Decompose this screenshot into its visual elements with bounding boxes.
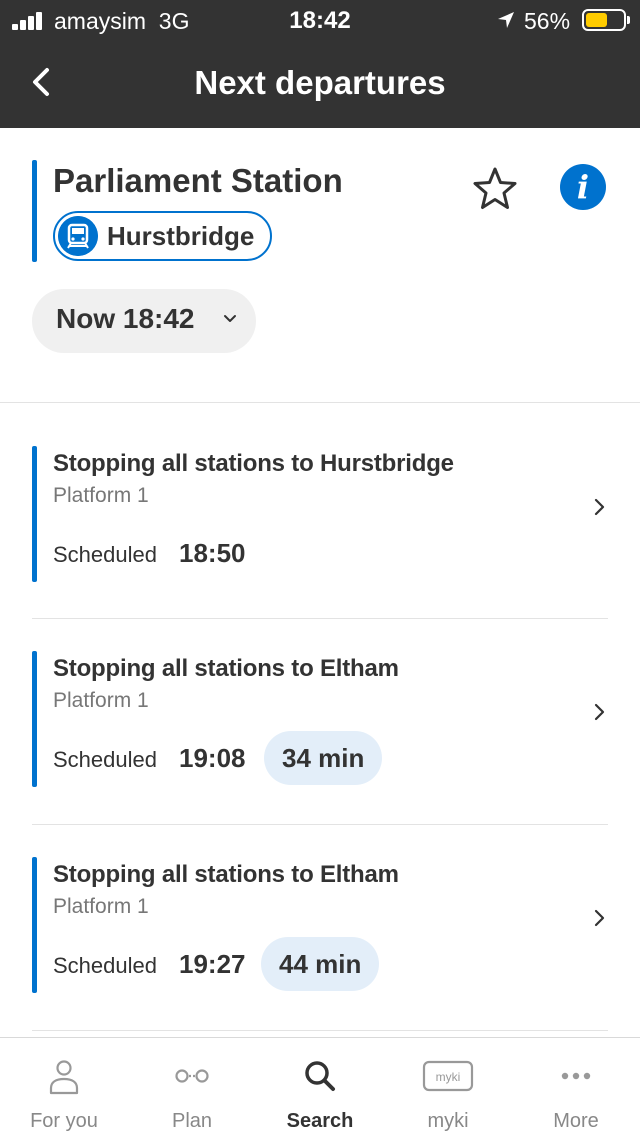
departure-item[interactable]: Stopping all stations to Eltham Platform… xyxy=(32,651,608,787)
station-name: Parliament Station xyxy=(53,162,343,199)
chevron-down-icon xyxy=(224,315,236,322)
tab-label: For you xyxy=(30,1110,98,1132)
departure-item[interactable]: Stopping all stations to Hurstbridge Pla… xyxy=(32,446,608,582)
route-name: Hurstbridge xyxy=(107,220,255,251)
departure-destination: Stopping all stations to Hurstbridge xyxy=(53,450,454,477)
divider xyxy=(0,402,640,403)
accent-bar xyxy=(32,651,37,787)
star-outline-icon[interactable] xyxy=(470,164,520,214)
accent-bar xyxy=(32,446,37,582)
minutes-until-badge: 34 min xyxy=(264,731,383,785)
tab-search[interactable]: Search xyxy=(256,1038,384,1136)
accent-bar xyxy=(32,160,37,262)
scheduled-label: Scheduled xyxy=(53,953,157,978)
chevron-right-icon xyxy=(594,909,605,927)
bottom-tab-bar: For you Plan Search myki myki More xyxy=(0,1037,640,1136)
tab-label: myki xyxy=(427,1110,469,1132)
route-icon xyxy=(175,1069,209,1083)
battery-icon xyxy=(582,9,630,31)
scheduled-time: 19:27 xyxy=(179,949,246,979)
tab-label: More xyxy=(553,1110,599,1132)
divider xyxy=(32,824,608,825)
status-bar: amaysim 3G 18:42 56% xyxy=(0,0,640,40)
divider xyxy=(32,1030,608,1031)
scheduled-label: Scheduled xyxy=(53,542,157,567)
departure-platform: Platform 1 xyxy=(53,484,149,507)
departure-platform: Platform 1 xyxy=(53,895,149,918)
station-header: Parliament Station Hurstbridge i xyxy=(32,160,608,262)
top-bar: amaysim 3G 18:42 56% Next departures xyxy=(0,0,640,128)
tab-label: Search xyxy=(286,1110,354,1132)
more-icon xyxy=(561,1072,591,1080)
tab-myki[interactable]: myki myki xyxy=(384,1038,512,1136)
departure-destination: Stopping all stations to Eltham xyxy=(53,861,399,888)
departure-destination: Stopping all stations to Eltham xyxy=(53,655,399,682)
page-title: Next departures xyxy=(194,64,446,101)
scheduled-time: 18:50 xyxy=(179,538,246,568)
location-arrow-icon xyxy=(498,12,514,28)
tab-plan[interactable]: Plan xyxy=(128,1038,256,1136)
myki-card-icon: myki xyxy=(422,1060,474,1092)
departure-platform: Platform 1 xyxy=(53,689,149,712)
departure-item[interactable]: Stopping all stations to Eltham Platform… xyxy=(32,857,608,993)
scheduled-label: Scheduled xyxy=(53,747,157,772)
accent-bar xyxy=(32,857,37,993)
departure-time-selector[interactable]: Now 18:42 xyxy=(32,289,256,353)
tab-for-you[interactable]: For you xyxy=(0,1038,128,1136)
route-badge[interactable]: Hurstbridge xyxy=(53,211,273,261)
departure-time-label: Now 18:42 xyxy=(56,303,195,334)
tab-more[interactable]: More xyxy=(512,1038,640,1136)
divider xyxy=(32,618,608,619)
chevron-right-icon xyxy=(594,703,605,721)
battery-percentage: 56% xyxy=(524,8,571,34)
chevron-right-icon xyxy=(594,498,605,516)
train-icon xyxy=(58,216,98,256)
person-icon xyxy=(49,1060,79,1095)
info-icon[interactable]: i xyxy=(560,164,606,210)
tab-label: Plan xyxy=(171,1110,213,1132)
search-icon xyxy=(305,1061,335,1091)
myki-card-text: myki xyxy=(436,1070,461,1084)
minutes-until-badge: 44 min xyxy=(261,937,380,991)
scheduled-time: 19:08 xyxy=(179,743,246,773)
